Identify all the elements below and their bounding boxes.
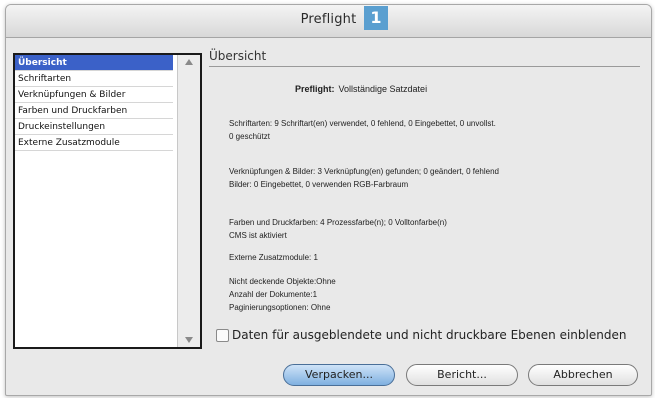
summary-value: Vollständige Satzdatei [338, 84, 428, 94]
summary-line: Paginierungsoptionen: Ohne [229, 303, 331, 312]
scroll-up-arrow-icon[interactable] [185, 59, 193, 65]
category-list[interactable]: Übersicht Schriftarten Verknüpfungen & B… [13, 53, 202, 349]
summary-line: Anzahl der Dokumente:1 [229, 290, 318, 299]
sidebar-item-zusatzmodule[interactable]: Externe Zusatzmodule [15, 135, 173, 151]
report-button[interactable]: Bericht... [406, 364, 518, 386]
summary-line: Verknüpfungen & Bilder: 3 Verknüpfung(en… [229, 167, 499, 176]
panel-title: Übersicht [209, 49, 267, 63]
summary-line: Farben und Druckfarben: 4 Prozessfarbe(n… [229, 218, 447, 227]
list-scrollbar[interactable] [177, 55, 200, 347]
cancel-button[interactable]: Abbrechen [528, 364, 638, 386]
summary-line: 0 geschützt [229, 132, 270, 141]
sidebar-item-druckeinstellungen[interactable]: Druckeinstellungen [15, 119, 173, 135]
sidebar-item-verknuepfungen[interactable]: Verknüpfungen & Bilder [15, 87, 173, 103]
title-bar: Preflight [6, 5, 651, 38]
summary-line: Schriftarten: 9 Schriftart(en) verwendet… [229, 119, 496, 128]
sidebar-item-uebersicht[interactable]: Übersicht [15, 55, 173, 71]
sidebar-item-schriftarten[interactable]: Schriftarten [15, 71, 173, 87]
callout-badge: 1 [364, 6, 388, 30]
summary-line: Externe Zusatzmodule: 1 [229, 253, 318, 262]
preflight-summary: Preflight: Vollständige Satzdatei [295, 84, 427, 94]
window-title: Preflight [300, 12, 357, 27]
panel-divider [209, 66, 640, 67]
sidebar-item-farben[interactable]: Farben und Druckfarben [15, 103, 173, 119]
hidden-layers-checkbox[interactable] [216, 329, 229, 342]
summary-label: Preflight: [295, 84, 335, 94]
summary-line: Nicht deckende Objekte:Ohne [229, 277, 336, 286]
package-button[interactable]: Verpacken... [283, 364, 395, 386]
summary-line: Bilder: 0 Eingebettet, 0 verwenden RGB-F… [229, 180, 409, 189]
scroll-down-arrow-icon[interactable] [185, 337, 193, 343]
summary-line: CMS ist aktiviert [229, 231, 287, 240]
hidden-layers-label[interactable]: Daten für ausgeblendete und nicht druckb… [232, 328, 626, 342]
